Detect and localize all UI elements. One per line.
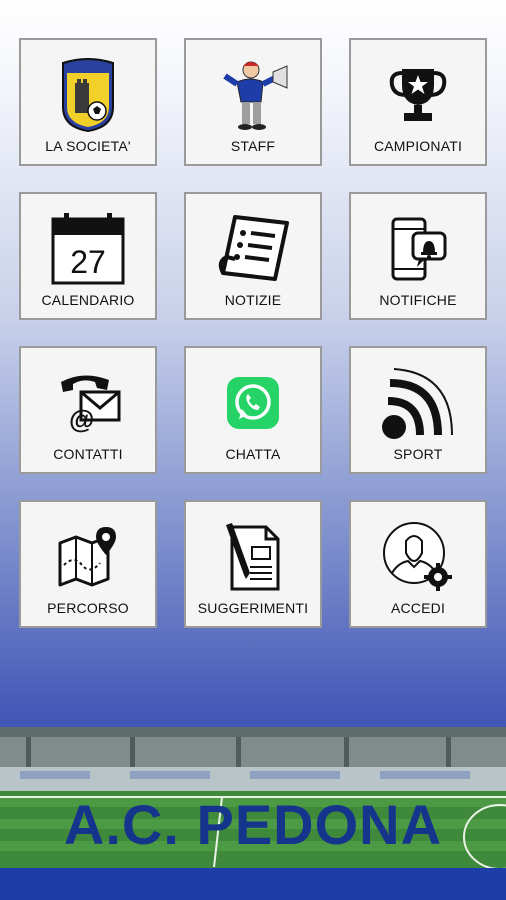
phone-bell-icon	[351, 210, 485, 288]
tile-label: NOTIZIE	[224, 292, 282, 308]
tile-campionati[interactable]: CAMPIONATI	[349, 38, 487, 166]
tile-chatta[interactable]: CHATTA	[184, 346, 322, 474]
tile-label: LA SOCIETA'	[45, 138, 131, 154]
tile-label: CAMPIONATI	[373, 138, 463, 154]
calendar-icon: 27	[21, 210, 155, 288]
coach-megaphone-icon	[186, 56, 320, 134]
menu-grid: LA SOCIETA' STAFF CAMPIONATI 27 CALENDAR…	[19, 38, 487, 628]
trophy-icon	[351, 56, 485, 134]
tile-label: NOTIFICHE	[379, 292, 457, 308]
svg-text:@: @	[69, 404, 94, 434]
club-crest-icon	[21, 56, 155, 134]
club-title: A.C. PEDONA	[63, 793, 443, 856]
tile-label: ACCEDI	[390, 600, 446, 616]
tile-label: CONTATTI	[53, 446, 123, 462]
whatsapp-icon	[186, 364, 320, 442]
tile-calendario[interactable]: 27 CALENDARIO	[19, 192, 157, 320]
tile-sport[interactable]: SPORT	[349, 346, 487, 474]
phone-mail-icon: @	[21, 364, 155, 442]
tile-notifiche[interactable]: NOTIFICHE	[349, 192, 487, 320]
map-pin-icon	[21, 518, 155, 596]
tile-label: SPORT	[393, 446, 443, 462]
tile-accedi[interactable]: ACCEDI	[349, 500, 487, 628]
user-gear-icon	[351, 518, 485, 596]
tile-suggerimenti[interactable]: SUGGERIMENTI	[184, 500, 322, 628]
tile-label: CHATTA	[225, 446, 281, 462]
newspaper-icon	[186, 210, 320, 288]
tile-la-societa[interactable]: LA SOCIETA'	[19, 38, 157, 166]
tile-notizie[interactable]: NOTIZIE	[184, 192, 322, 320]
tile-staff[interactable]: STAFF	[184, 38, 322, 166]
rss-icon	[351, 364, 485, 442]
tile-percorso[interactable]: PERCORSO	[19, 500, 157, 628]
tile-contatti[interactable]: @ CONTATTI	[19, 346, 157, 474]
form-pen-icon	[186, 518, 320, 596]
tile-label: CALENDARIO	[41, 292, 135, 308]
tile-label: PERCORSO	[47, 600, 129, 616]
tile-label: SUGGERIMENTI	[197, 600, 309, 616]
calendar-day: 27	[70, 244, 106, 280]
tile-label: STAFF	[230, 138, 276, 154]
